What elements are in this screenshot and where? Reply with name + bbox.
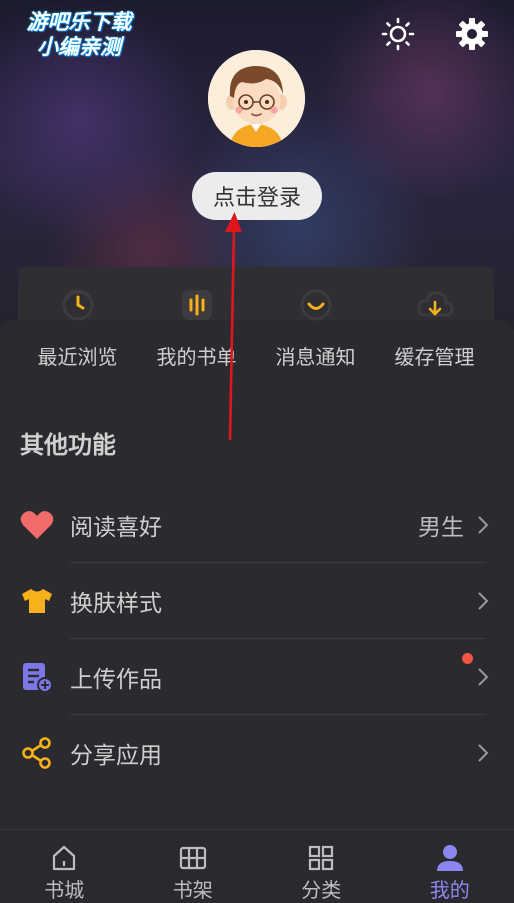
tshirt-icon [20,584,54,618]
user-icon [435,844,465,872]
avatar[interactable] [208,50,305,147]
menu-item-reading-preference[interactable]: 阅读喜好 男生 [0,487,514,563]
watermark-logo: 游吧乐下载 小编亲测 [26,10,132,59]
chevron-right-icon [478,744,489,762]
menu-item-value: 男生 [418,515,464,541]
login-button[interactable]: 点击登录 [192,172,322,220]
tab-bookshelf[interactable]: 书架 [129,830,258,903]
section-title: 其他功能 [20,431,116,459]
quick-action-booklist[interactable]: 我的书单 [137,285,256,385]
upload-doc-icon [20,660,54,694]
tab-category[interactable]: 分类 [257,830,386,903]
quick-actions-row: 最近浏览 我的书单 消息通知 缓存管理 [18,285,494,385]
chevron-right-icon [478,668,489,686]
heart-icon [20,508,54,542]
menu-item-share-app[interactable]: 分享应用 [0,715,514,791]
quick-action-recent[interactable]: 最近浏览 [18,285,137,385]
quick-action-cache[interactable]: 缓存管理 [375,285,494,385]
home-icon [49,844,79,872]
chevron-right-icon [478,516,489,534]
tab-mine[interactable]: 我的 [386,830,514,903]
bookshelf-icon [178,844,208,872]
clock-history-icon [58,285,98,325]
sun-icon[interactable] [380,16,416,52]
booklist-icon [177,285,217,325]
tab-bookstore[interactable]: 书城 [0,830,129,903]
share-icon [20,736,54,770]
grid-icon [306,844,336,872]
menu-item-upload-works[interactable]: 上传作品 [0,639,514,715]
notification-badge [462,653,473,664]
cloud-download-icon [415,285,455,325]
gear-icon[interactable] [454,16,490,52]
bottom-tab-bar: 书城 书架 分类 我的 [0,829,514,903]
settings-menu: 阅读喜好 男生 换肤样式 上传作品 分享应用 [0,487,514,791]
message-smile-icon [296,285,336,325]
chevron-right-icon [478,592,489,610]
quick-action-messages[interactable]: 消息通知 [256,285,375,385]
menu-item-skin-style[interactable]: 换肤样式 [0,563,514,639]
